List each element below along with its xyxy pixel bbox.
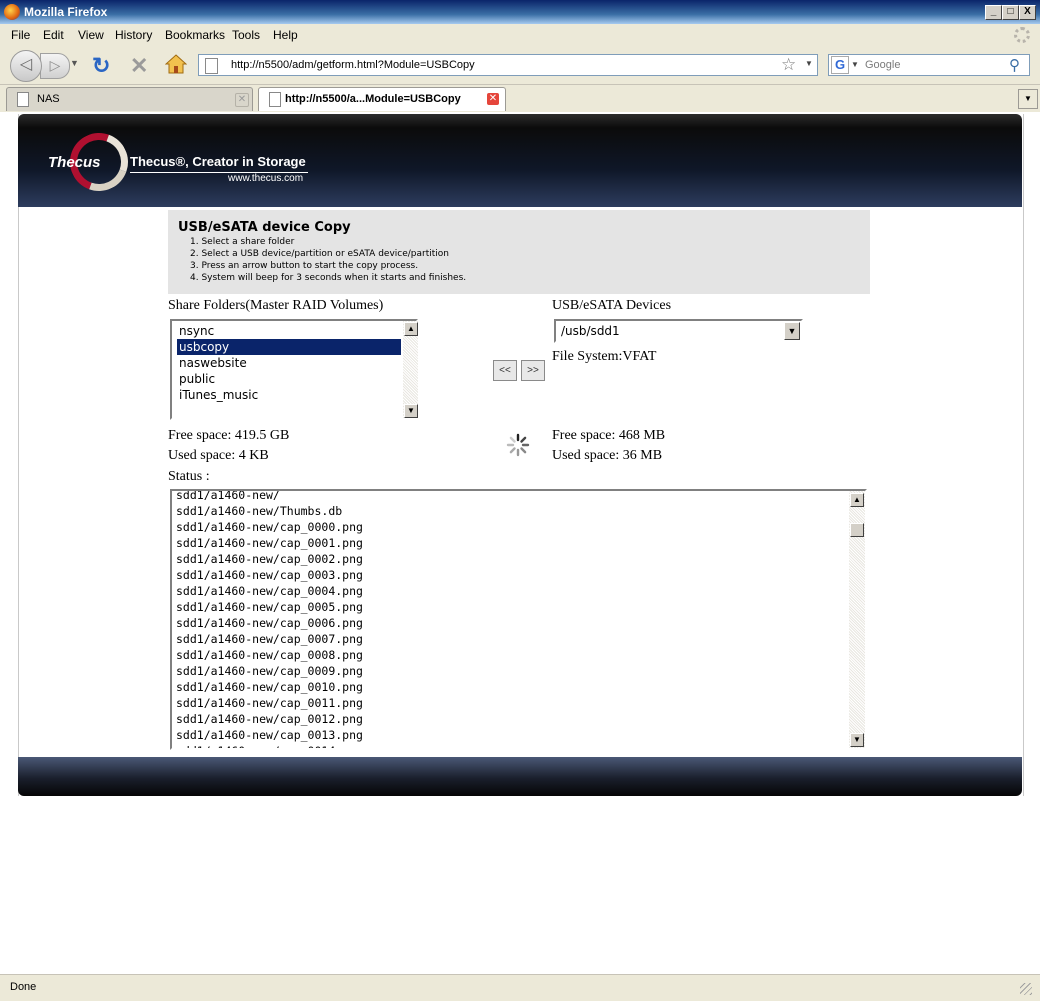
menu-view[interactable]: View xyxy=(78,28,104,42)
status-log-line: sdd1/a1460-new/cap_0002.png xyxy=(176,552,363,566)
instruction-step: 3. Press an arrow button to start the co… xyxy=(190,261,419,271)
tab-close-icon[interactable]: ✕ xyxy=(235,93,249,107)
list-item[interactable]: naswebsite xyxy=(177,355,401,371)
history-dropdown-icon[interactable]: ▼ xyxy=(70,58,79,68)
resize-grip-icon[interactable] xyxy=(1020,983,1032,995)
list-item[interactable]: usbcopy xyxy=(177,339,401,355)
scroll-down-icon[interactable]: ▼ xyxy=(404,404,418,418)
window-titlebar: Mozilla Firefox _ □ X xyxy=(0,0,1040,24)
status-log-lines: sdd1/a1460-new/sdd1/a1460-new/Thumbs.db s… xyxy=(176,489,846,748)
thecus-logo: Thecus xyxy=(48,154,101,171)
status-log-textarea[interactable]: sdd1/a1460-new/sdd1/a1460-new/Thumbs.db s… xyxy=(170,489,867,750)
scroll-up-icon[interactable]: ▲ xyxy=(850,493,864,507)
page-title: USB/eSATA device Copy xyxy=(178,220,351,235)
status-log-line: sdd1/a1460-new/cap_0004.png xyxy=(176,584,363,598)
scroll-up-icon[interactable]: ▲ xyxy=(404,322,418,336)
back-button[interactable]: ◁ xyxy=(10,50,42,82)
tab-close-icon[interactable]: ✕ xyxy=(487,93,499,105)
tab-label: http://n5500/a...Module=USBCopy xyxy=(285,93,461,105)
menu-bar xyxy=(0,24,1040,46)
list-item[interactable]: iTunes_music xyxy=(177,387,401,403)
status-log-line: sdd1/a1460-new/cap_0013.png xyxy=(176,728,363,742)
search-box[interactable]: G ▼ Google ⚲ xyxy=(828,54,1030,76)
brand-website: www.thecus.com xyxy=(228,173,304,184)
status-label: Status : xyxy=(168,469,210,484)
browser-status-bar: Done xyxy=(0,974,1040,1001)
list-item[interactable]: nsync xyxy=(177,323,401,339)
status-log-line: sdd1/a1460-new/cap_0005.png xyxy=(176,600,363,614)
menu-bookmarks[interactable]: Bookmarks xyxy=(165,28,225,42)
usb-free-space: Free space: 468 MB xyxy=(552,428,666,443)
list-item[interactable]: public xyxy=(177,371,401,387)
url-dropdown-icon[interactable]: ▼ xyxy=(805,59,813,68)
usb-device-select[interactable]: /usb/sdd1 ▼ xyxy=(554,319,803,343)
usb-devices-label: USB/eSATA Devices xyxy=(552,298,672,313)
minimize-button[interactable]: _ xyxy=(985,5,1002,20)
page-icon xyxy=(269,92,281,107)
page-icon xyxy=(17,92,29,107)
status-log-line: sdd1/a1460-new/Thumbs.db xyxy=(176,504,343,518)
status-log-line: sdd1/a1460-new/cap_0009.png xyxy=(176,664,363,678)
menu-file[interactable]: File xyxy=(11,28,30,42)
share-free-space: Free space: 419.5 GB xyxy=(168,428,290,443)
url-bar[interactable]: http://n5500/adm/getform.html?Module=USB… xyxy=(198,54,818,76)
reload-icon[interactable]: ↻ xyxy=(92,53,110,79)
google-engine-icon[interactable]: G xyxy=(831,56,849,74)
window-title: Mozilla Firefox xyxy=(24,5,108,19)
brand-slogan: Thecus®, Creator in Storage xyxy=(130,154,306,169)
tab-label: NAS xyxy=(37,93,60,105)
close-button[interactable]: X xyxy=(1019,5,1036,20)
share-used-space: Used space: 4 KB xyxy=(168,448,269,463)
instruction-step: 2. Select a USB device/partition or eSAT… xyxy=(190,249,449,259)
url-text[interactable]: http://n5500/adm/getform.html?Module=USB… xyxy=(231,59,475,71)
usb-device-value[interactable]: /usb/sdd1 xyxy=(561,324,620,338)
menu-edit[interactable]: Edit xyxy=(43,28,64,42)
copy-to-share-button[interactable]: << xyxy=(493,360,517,381)
page-icon xyxy=(205,58,218,74)
menu-history[interactable]: History xyxy=(115,28,152,42)
status-log-line: sdd1/a1460-new/cap_0001.png xyxy=(176,536,363,550)
search-placeholder[interactable]: Google xyxy=(865,59,900,71)
status-log-line: sdd1/a1460-new/cap_0011.png xyxy=(176,696,363,710)
firefox-logo-icon xyxy=(4,4,20,20)
usb-used-space: Used space: 36 MB xyxy=(552,448,663,463)
home-icon[interactable] xyxy=(165,54,187,74)
forward-button[interactable]: ▷ xyxy=(40,53,70,79)
status-log-line: sdd1/a1460-new/cap_0012.png xyxy=(176,712,363,726)
status-log-line: sdd1/a1460-new/cap_0014.png xyxy=(176,743,846,748)
scroll-down-icon[interactable]: ▼ xyxy=(850,733,864,747)
status-log-line: sdd1/a1460-new/cap_0003.png xyxy=(176,568,363,582)
maximize-button[interactable]: □ xyxy=(1002,5,1019,20)
share-folders-label: Share Folders(Master RAID Volumes) xyxy=(168,298,384,313)
instruction-step: 4. System will beep for 3 seconds when i… xyxy=(190,273,467,283)
status-text: Done xyxy=(10,981,37,993)
file-system-label: File System:VFAT xyxy=(552,349,657,364)
tab-nas[interactable]: NAS ✕ xyxy=(6,87,253,111)
activity-throbber-icon xyxy=(1014,27,1030,43)
chevron-down-icon[interactable]: ▼ xyxy=(784,322,800,340)
share-folders-listbox[interactable]: nsync usbcopy naswebsite public iTunes_m… xyxy=(170,319,418,420)
engine-dropdown-icon[interactable]: ▼ xyxy=(851,60,859,69)
copy-to-usb-button[interactable]: >> xyxy=(521,360,545,381)
bookmark-star-icon[interactable]: ☆ xyxy=(781,55,796,75)
status-log-line: sdd1/a1460-new/ xyxy=(176,489,280,502)
status-log-line: sdd1/a1460-new/cap_0008.png xyxy=(176,648,363,662)
status-log-line: sdd1/a1460-new/cap_0010.png xyxy=(176,680,363,694)
tab-list-dropdown-icon[interactable]: ▼ xyxy=(1018,89,1038,109)
menu-tools[interactable]: Tools xyxy=(232,28,260,42)
loading-spinner-icon xyxy=(506,433,530,457)
stop-icon[interactable]: ✕ xyxy=(130,53,148,79)
status-log-line: sdd1/a1460-new/cap_0006.png xyxy=(176,616,363,630)
instruction-step: 1. Select a share folder xyxy=(190,237,295,247)
menu-help[interactable]: Help xyxy=(273,28,298,42)
status-log-line: sdd1/a1460-new/cap_0007.png xyxy=(176,632,363,646)
status-log-line: sdd1/a1460-new/cap_0000.png xyxy=(176,520,363,534)
scroll-thumb[interactable] xyxy=(850,523,864,537)
search-icon[interactable]: ⚲ xyxy=(1009,56,1020,74)
tab-usbcopy[interactable]: http://n5500/a...Module=USBCopy ✕ xyxy=(258,87,506,111)
page-footer-banner xyxy=(18,757,1022,796)
